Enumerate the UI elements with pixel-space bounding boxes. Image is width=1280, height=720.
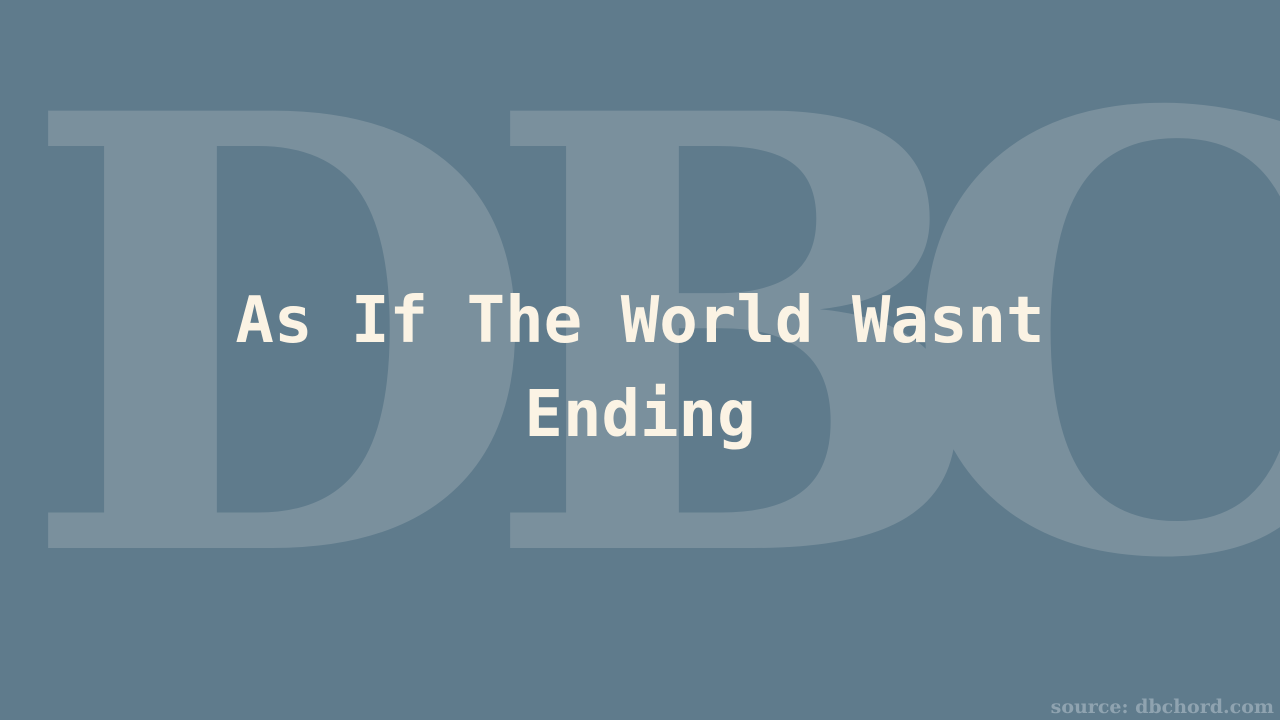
song-title-line-2: Ending	[524, 378, 756, 452]
song-title-line-1: As If The World Wasnt	[235, 284, 1045, 358]
source-credit: source: dbchord.com	[1050, 696, 1274, 718]
song-title: As If The World Wasnt Ending	[140, 274, 1140, 462]
